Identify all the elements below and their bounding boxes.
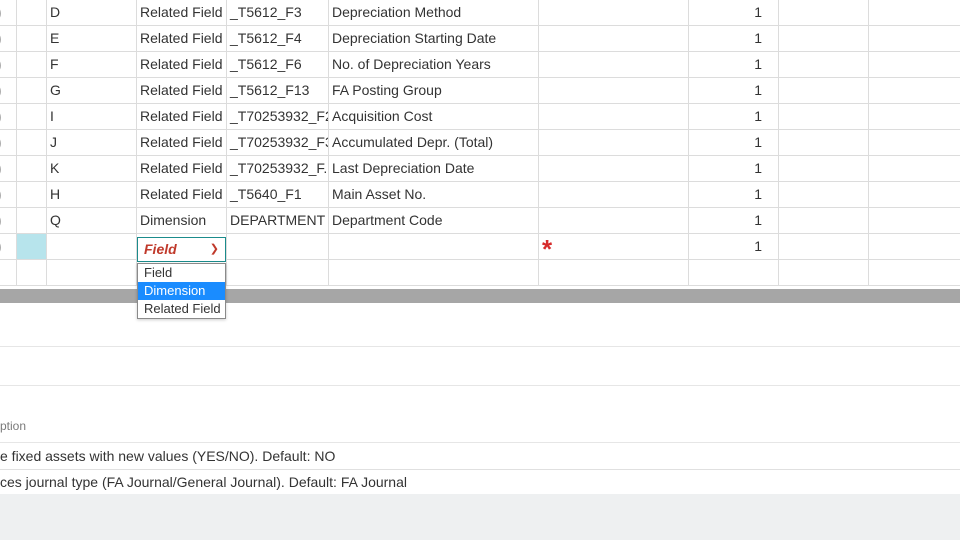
type-select[interactable]: Field ❯ xyxy=(137,237,226,262)
type-cell[interactable]: Related Field xyxy=(137,156,227,181)
type-cell[interactable]: Related Field xyxy=(137,78,227,103)
code-cell[interactable] xyxy=(227,234,329,259)
column-cell[interactable]: H xyxy=(47,182,137,207)
table-row[interactable]: )FRelated Field_T5612_F6No. of Depreciat… xyxy=(0,52,960,78)
type-dropdown-list: Field Dimension Related Field xyxy=(137,263,226,319)
caption-cell[interactable] xyxy=(329,234,539,259)
type-cell[interactable]: Related Field xyxy=(137,26,227,51)
dropdown-option-dimension[interactable]: Dimension xyxy=(138,282,225,300)
table-row[interactable]: )JRelated Field_T70253932_F3Accumulated … xyxy=(0,130,960,156)
table-row[interactable]: )GRelated Field_T5612_F13FA Posting Grou… xyxy=(0,78,960,104)
column-cell[interactable]: J xyxy=(47,130,137,155)
column-cell[interactable]: Q xyxy=(47,208,137,233)
count-cell: 1 xyxy=(689,182,779,207)
column-cell[interactable]: E xyxy=(47,26,137,51)
table-row[interactable]: )QDimensionDEPARTMENTDepartment Code1 xyxy=(0,208,960,234)
type-cell[interactable]: Related Field xyxy=(137,52,227,77)
type-cell[interactable]: Dimension xyxy=(137,208,227,233)
table-row[interactable]: )HRelated Field_T5640_F1Main Asset No.1 xyxy=(0,182,960,208)
row-selector[interactable] xyxy=(17,104,47,129)
caption-cell[interactable]: Depreciation Method xyxy=(329,0,539,25)
count-cell: 1 xyxy=(689,78,779,103)
caption-cell[interactable]: Depreciation Starting Date xyxy=(329,26,539,51)
column-cell[interactable]: F xyxy=(47,52,137,77)
column-cell[interactable]: D xyxy=(47,0,137,25)
code-cell[interactable]: _T5612_F6 xyxy=(227,52,329,77)
count-cell: 1 xyxy=(689,104,779,129)
table-row[interactable]: )KRelated Field_T70253932_F...Last Depre… xyxy=(0,156,960,182)
row-selector[interactable] xyxy=(17,182,47,207)
required-marker: * xyxy=(542,234,553,259)
table-row[interactable]: )ERelated Field_T5612_F4Depreciation Sta… xyxy=(0,26,960,52)
caption-cell[interactable]: FA Posting Group xyxy=(329,78,539,103)
row-selector[interactable] xyxy=(17,52,47,77)
caption-cell[interactable]: Department Code xyxy=(329,208,539,233)
caption-cell[interactable]: Last Depreciation Date xyxy=(329,156,539,181)
caption-cell[interactable]: No. of Depreciation Years xyxy=(329,52,539,77)
caption-cell[interactable]: Acquisition Cost xyxy=(329,104,539,129)
code-cell[interactable]: _T70253932_F2 xyxy=(227,104,329,129)
description-row[interactable]: ces journal type (FA Journal/General Jou… xyxy=(0,469,960,496)
type-cell[interactable]: Related Field xyxy=(137,130,227,155)
table-row[interactable]: )IRelated Field_T70253932_F2Acquisition … xyxy=(0,104,960,130)
column-cell[interactable]: G xyxy=(47,78,137,103)
column-cell[interactable]: K xyxy=(47,156,137,181)
row-selector[interactable] xyxy=(17,234,47,259)
count-cell: 1 xyxy=(689,130,779,155)
caption-cell[interactable]: Accumulated Depr. (Total) xyxy=(329,130,539,155)
count-cell: 1 xyxy=(689,208,779,233)
type-cell[interactable]: Related Field xyxy=(137,0,227,25)
description-column-header: ption xyxy=(0,419,27,433)
count-cell: 1 xyxy=(689,52,779,77)
caption-cell[interactable]: Main Asset No. xyxy=(329,182,539,207)
code-cell[interactable]: _T70253932_F3 xyxy=(227,130,329,155)
row-selector[interactable] xyxy=(17,130,47,155)
code-cell[interactable]: _T5612_F3 xyxy=(227,0,329,25)
code-cell[interactable]: _T70253932_F... xyxy=(227,156,329,181)
row-selector[interactable] xyxy=(17,0,47,25)
row-selector[interactable] xyxy=(17,78,47,103)
column-cell[interactable]: I xyxy=(47,104,137,129)
divider xyxy=(0,346,960,347)
code-cell[interactable]: _T5640_F1 xyxy=(227,182,329,207)
column-cell[interactable] xyxy=(47,234,137,259)
count-cell: 1 xyxy=(689,0,779,25)
description-row[interactable]: e fixed assets with new values (YES/NO).… xyxy=(0,443,960,470)
dropdown-option-field[interactable]: Field xyxy=(138,264,225,282)
dropdown-option-related-field[interactable]: Related Field xyxy=(138,300,225,318)
code-cell[interactable]: _T5612_F13 xyxy=(227,78,329,103)
row-selector[interactable] xyxy=(17,208,47,233)
row-selector[interactable] xyxy=(17,26,47,51)
footer-panel xyxy=(0,494,960,540)
chevron-down-icon[interactable]: ❯ xyxy=(210,238,219,261)
divider xyxy=(0,385,960,386)
code-cell[interactable]: DEPARTMENT xyxy=(227,208,329,233)
count-cell: 1 xyxy=(689,234,779,259)
type-cell[interactable]: Related Field xyxy=(137,104,227,129)
count-cell: 1 xyxy=(689,156,779,181)
row-selector[interactable] xyxy=(17,156,47,181)
type-cell[interactable]: Related Field xyxy=(137,182,227,207)
count-cell: 1 xyxy=(689,26,779,51)
type-select-value: Field xyxy=(144,241,177,257)
code-cell[interactable]: _T5612_F4 xyxy=(227,26,329,51)
table-row[interactable]: )DRelated Field_T5612_F3Depreciation Met… xyxy=(0,0,960,26)
